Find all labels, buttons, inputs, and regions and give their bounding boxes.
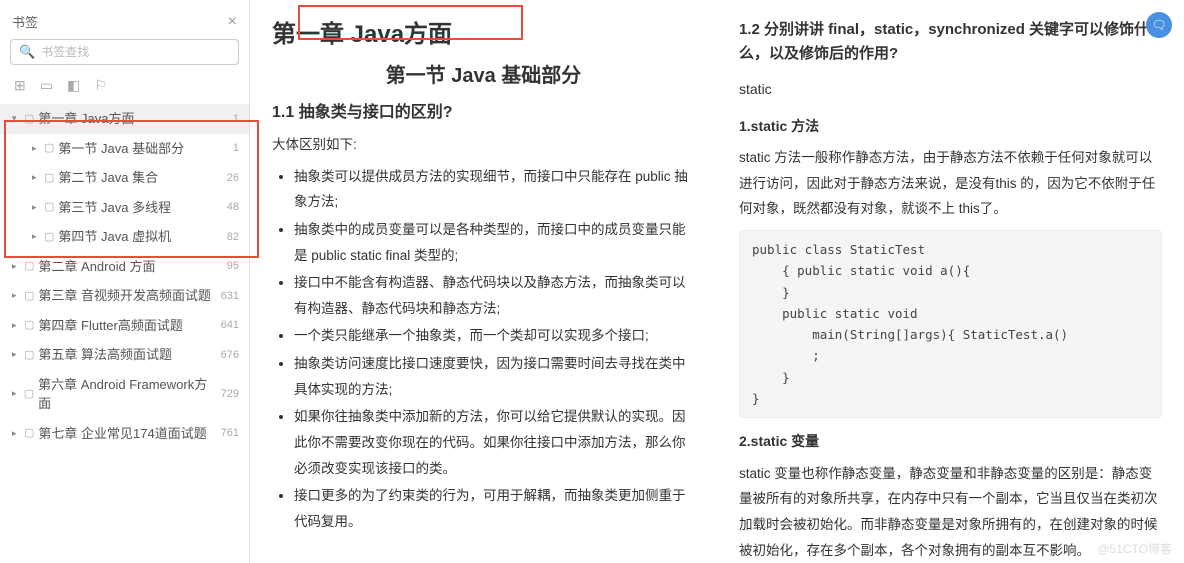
bookmarks-sidebar: 书签 × 🔍 ⊞ ▭ ◧ ⚐ ▾▢ 第一章 Java方面1▸▢ 第一节 Java… <box>0 0 250 563</box>
tree-item-child[interactable]: ▸▢ 第三节 Java 多线程48 <box>0 193 249 223</box>
tree-item[interactable]: ▸▢ 第六章 Android Framework方面729 <box>0 370 249 419</box>
tool-bookmark-icon[interactable]: ◧ <box>67 77 80 94</box>
tool-add-icon[interactable]: ⊞ <box>14 77 26 94</box>
tool-expand-icon[interactable]: ▭ <box>40 77 53 94</box>
search-input[interactable] <box>41 45 230 59</box>
bullet-item: 接口更多的为了约束类的行为，可用于解耦，而抽象类更加侧重于代码复用。 <box>294 483 695 534</box>
bookmark-tree: ▾▢ 第一章 Java方面1▸▢ 第一节 Java 基础部分1▸▢ 第二节 Ja… <box>0 104 249 555</box>
watermark: @51CTO博客 <box>1097 540 1172 557</box>
bullet-item: 接口中不能含有构造器、静态代码块以及静态方法，而抽象类可以有构造器、静态代码块和… <box>294 270 695 321</box>
tree-item[interactable]: ▸▢ 第五章 算法高频面试题676 <box>0 340 249 370</box>
bullet-list: 抽象类可以提供成员方法的实现细节，而接口中只能存在 public 抽象方法;抽象… <box>272 164 695 535</box>
intro-text: 大体区别如下: <box>272 132 695 158</box>
tree-item[interactable]: ▸▢ 第七章 企业常见174道面试题761 <box>0 419 249 449</box>
tree-item[interactable]: ▾▢ 第一章 Java方面1 <box>0 104 249 134</box>
tree-item[interactable]: ▸▢ 第二章 Android 方面95 <box>0 252 249 282</box>
sidebar-title: 书签 <box>12 12 38 31</box>
close-icon[interactable]: × <box>228 13 237 31</box>
question-title: 1.2 分别讲讲 final，static，synchronized 关键字可以… <box>739 18 1162 66</box>
search-box[interactable]: 🔍 <box>10 39 239 65</box>
tree-item-child[interactable]: ▸▢ 第一节 Java 基础部分1 <box>0 134 249 164</box>
tree-item[interactable]: ▸▢ 第三章 音视频开发高频面试题631 <box>0 281 249 311</box>
section1-title: 1.static 方法 <box>739 113 1162 140</box>
section1-body: static 方法一般称作静态方法，由于静态方法不依赖于任何对象就可以进行访问，… <box>739 145 1162 222</box>
tree-item-child[interactable]: ▸▢ 第四节 Java 虚拟机82 <box>0 222 249 252</box>
content-right-column: 1.2 分别讲讲 final，static，synchronized 关键字可以… <box>717 0 1184 563</box>
float-action-button[interactable]: 🗨 <box>1146 12 1172 38</box>
content-left-column: 第一章 Java方面 第一节 Java 基础部分 1.1 抽象类与接口的区别? … <box>250 0 717 563</box>
code-block: public class StaticTest { public static … <box>739 230 1162 418</box>
chapter-title: 第一章 Java方面 <box>272 14 695 49</box>
keyword-label: static <box>739 76 1162 103</box>
bullet-item: 如果你往抽象类中添加新的方法，你可以给它提供默认的实现。因此你不需要改变你现在的… <box>294 404 695 481</box>
search-icon: 🔍 <box>19 44 35 60</box>
bullet-item: 一个类只能继承一个抽象类，而一个类却可以实现多个接口; <box>294 323 695 349</box>
bullet-item: 抽象类中的成员变量可以是各种类型的，而接口中的成员变量只能是 public st… <box>294 217 695 268</box>
sidebar-toolbar: ⊞ ▭ ◧ ⚐ <box>0 73 249 104</box>
section2-title: 2.static 变量 <box>739 428 1162 455</box>
tool-ribbon-icon[interactable]: ⚐ <box>94 77 107 94</box>
section-title: 第一节 Java 基础部分 <box>272 59 695 88</box>
tree-item[interactable]: ▸▢ 第四章 Flutter高频面试题641 <box>0 311 249 341</box>
bullet-item: 抽象类访问速度比接口速度要快，因为接口需要时间去寻找在类中具体实现的方法; <box>294 351 695 402</box>
bullet-item: 抽象类可以提供成员方法的实现细节，而接口中只能存在 public 抽象方法; <box>294 164 695 215</box>
tree-item-child[interactable]: ▸▢ 第二节 Java 集合26 <box>0 163 249 193</box>
subsection-title: 1.1 抽象类与接口的区别? <box>272 98 695 122</box>
